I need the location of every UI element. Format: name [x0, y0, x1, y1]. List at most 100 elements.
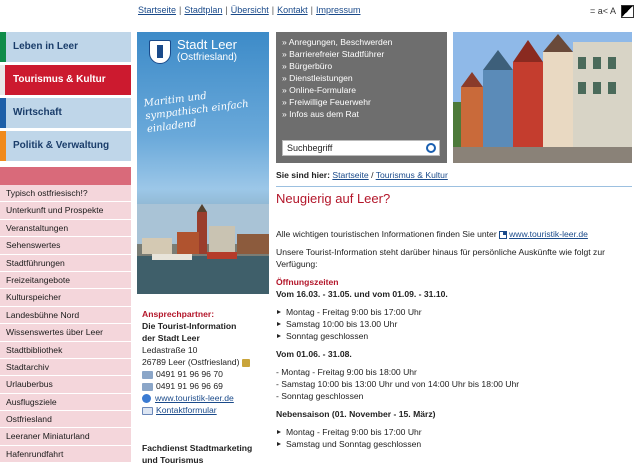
contact-web-row: www.touristik-leer.de [142, 392, 266, 404]
promo-region: (Ostfriesland) [177, 52, 238, 63]
promo-banner: Stadt Leer (Ostfriesland) Maritim und sy… [137, 32, 269, 294]
separator: | [225, 5, 228, 15]
subnav-item[interactable]: Unterkunft und Prospekte [0, 202, 131, 220]
subnav-item[interactable]: Veranstaltungen [0, 219, 131, 238]
mainnav-color-bar [0, 98, 6, 128]
contact-phone-row: 0491 91 96 96 70 [142, 368, 266, 380]
contact-form-link[interactable]: Kontaktformular [156, 405, 217, 415]
contact-phone: 0491 91 96 96 70 [156, 369, 223, 379]
contact-org: der Stadt Leer [142, 333, 200, 343]
intro-text: Alle wichtigen touristischen Information… [276, 229, 497, 239]
top-link-impressum[interactable]: Impressum [316, 5, 361, 15]
subnav-list: Typisch ostfriesisch!? Unterkunft und Pr… [0, 185, 131, 464]
breadcrumb-item[interactable]: Startseite [332, 170, 368, 180]
top-navigation: Startseite | Stadtplan | Übersicht | Kontakt | I… [0, 0, 640, 24]
font-size-control[interactable]: = a< A [590, 6, 616, 16]
contact-city: 26789 Leer (Ostfriesland) [142, 357, 240, 367]
left-navigation: Leben in Leer Tourismus & Kultur Wirtsch… [0, 32, 131, 464]
fachdienst-heading: Fachdienst Stadtmarketing und Tourismus [142, 442, 252, 466]
quicklink-item[interactable]: Barrierefreier Stadtführer [282, 48, 441, 60]
subnav-item[interactable]: Landesbühne Nord [0, 306, 131, 325]
contact-fax-row: 0491 91 96 96 69 [142, 380, 266, 392]
top-link-startseite[interactable]: Startseite [138, 5, 176, 15]
quicklink-item[interactable]: Infos aus dem Rat [282, 108, 441, 120]
search-input[interactable]: Suchbegriff [282, 140, 440, 156]
contact-fax: 0491 91 96 96 69 [156, 381, 223, 391]
subnav-item[interactable]: Stadtführungen [0, 254, 131, 272]
quicklink-item[interactable]: Anregungen, Beschwerden [282, 36, 441, 48]
hours-item: - Sonntag geschlossen [276, 391, 364, 401]
mainnav-label: Wirtschaft [13, 107, 62, 118]
period-heading: Vom 16.03. - 31.05. und vom 01.09. - 31.… [276, 289, 448, 299]
contact-city-row: 26789 Leer (Ostfriesland) [142, 356, 266, 368]
breadcrumb-separator: / [371, 170, 374, 180]
hours-item: Sonntag geschlossen [276, 330, 632, 342]
mainnav-leben-in-leer[interactable]: Leben in Leer [0, 32, 131, 62]
subnav-item[interactable]: Sehenswertes [0, 237, 131, 255]
fachdienst-line: Fachdienst Stadtmarketing [142, 443, 253, 453]
breadcrumb: Sie sind hier: Startseite / Tourismus & … [276, 170, 448, 180]
mainnav-wirtschaft[interactable]: Wirtschaft [0, 98, 131, 128]
subnav-item[interactable]: Freizeitangebote [0, 271, 131, 290]
subnav-item[interactable]: Kulturspeicher [0, 289, 131, 307]
hours-item: - Montag - Freitag 9:00 bis 18:00 Uhr [276, 367, 417, 377]
subnav-header [0, 167, 131, 185]
map-icon[interactable] [241, 358, 250, 367]
mainnav-tourismus-kultur[interactable]: Tourismus & Kultur [0, 65, 131, 95]
quicklink-item[interactable]: Bürgerbüro [282, 60, 441, 72]
search-icon[interactable] [426, 143, 436, 153]
top-link-stadtplan[interactable]: Stadtplan [184, 5, 222, 15]
period-list: - Montag - Freitag 9:00 bis 18:00 Uhr - … [276, 366, 632, 402]
top-link-uebersicht[interactable]: Übersicht [231, 5, 269, 15]
subnav-item[interactable]: Ostfriesland [0, 411, 131, 429]
hours-item: Samstag 10:00 bis 13.00 Uhr [276, 318, 632, 330]
mainnav-color-bar [0, 65, 5, 95]
hours-item: Montag - Freitag 9:00 bis 17:00 Uhr [276, 426, 632, 438]
contrast-icon[interactable] [621, 5, 634, 18]
page-title: Neugierig auf Leer? [276, 191, 391, 206]
mail-icon [142, 406, 153, 415]
availability-paragraph: Unsere Tourist-Information steht darüber… [276, 247, 605, 269]
intro-link[interactable]: www.touristik-leer.de [509, 229, 588, 239]
contact-web-link[interactable]: www.touristik-leer.de [155, 393, 234, 403]
subnav-item[interactable]: Leeraner Miniaturland [0, 428, 131, 446]
quicklink-item[interactable]: Freiwillige Feuerwehr [282, 96, 441, 108]
contact-heading: Ansprechpartner: [142, 309, 215, 319]
quicklink-item[interactable]: Dienstleistungen [282, 72, 441, 84]
mainnav-politik-verwaltung[interactable]: Politik & Verwaltung [0, 131, 131, 161]
quicklink-item[interactable]: Online-Formulare [282, 84, 441, 96]
promo-slogan: Maritim und sympathisch einfach einladen… [143, 90, 250, 136]
period-heading: Vom 01.06. - 31.08. [276, 349, 352, 359]
subnav-item[interactable]: Stadtarchiv [0, 358, 131, 377]
subnav-item[interactable]: Urlauberbus [0, 376, 131, 394]
period-heading: Nebensaison (01. November - 15. März) [276, 409, 436, 419]
mainnav-label: Tourismus & Kultur [13, 74, 106, 85]
town-skyline-image [137, 204, 269, 294]
breadcrumb-label: Sie sind hier: [276, 170, 330, 180]
subnav-item[interactable]: Hafenrundfahrt [0, 445, 131, 464]
contact-box: Ansprechpartner: Die Tourist-Information… [142, 308, 266, 416]
mainnav-label: Leben in Leer [13, 41, 79, 52]
contact-org: Die Tourist-Information [142, 321, 237, 331]
phone-icon [142, 370, 153, 379]
fachdienst-line: und Tourismus [142, 455, 204, 465]
promo-column: Stadt Leer (Ostfriesland) Maritim und sy… [137, 32, 269, 466]
globe-icon [142, 394, 151, 404]
period-list: Montag - Freitag 9:00 bis 17:00 Uhr Sams… [276, 426, 632, 450]
top-link-kontakt[interactable]: Kontakt [277, 5, 308, 15]
subnav-item[interactable]: Stadtbibliothek [0, 341, 131, 359]
opening-hours-heading: Öffnungszeiten [276, 277, 339, 287]
separator: | [310, 5, 313, 15]
hours-item: - Samstag 10:00 bis 13:00 Uhr und von 14… [276, 379, 520, 389]
period-list: Montag - Freitag 9:00 bis 17:00 Uhr Sams… [276, 306, 632, 342]
mainnav-color-bar [0, 131, 6, 161]
breadcrumb-item[interactable]: Tourismus & Kultur [376, 170, 448, 180]
intro-paragraph: Alle wichtigen touristischen Information… [276, 228, 632, 240]
subnav-item[interactable]: Wissenswertes über Leer [0, 324, 131, 342]
city-crest-icon [149, 40, 171, 64]
external-link-icon [499, 230, 508, 239]
subnav-item[interactable]: Typisch ostfriesisch!? [0, 185, 131, 203]
subnav-item[interactable]: Ausflugsziele [0, 393, 131, 412]
mainnav-label: Politik & Verwaltung [13, 140, 110, 151]
mainnav-color-bar [0, 32, 6, 62]
